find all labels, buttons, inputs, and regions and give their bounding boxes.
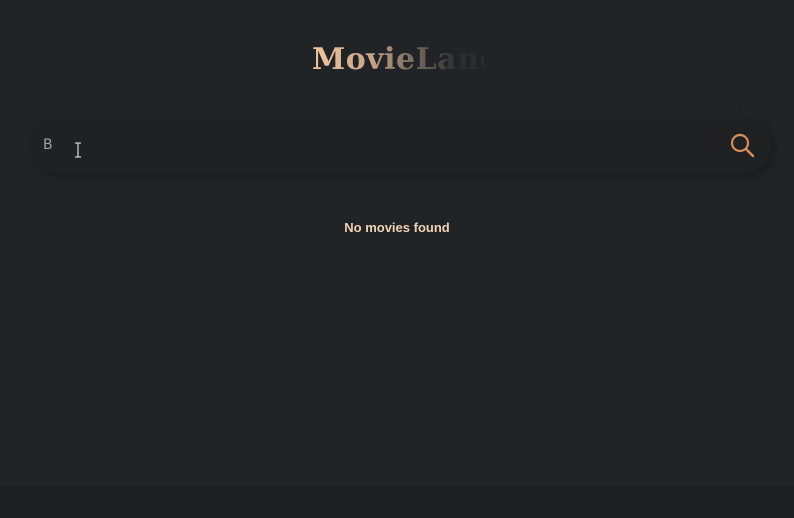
footer-strip — [0, 486, 794, 518]
search-input[interactable] — [43, 131, 703, 159]
search-bar — [29, 117, 771, 173]
search-icon[interactable] — [729, 132, 755, 158]
text-cursor-icon — [75, 142, 81, 158]
app-title: MovieLand — [312, 40, 500, 80]
empty-results-message: No movies found — [344, 220, 450, 235]
app-root: MovieLand No movies found — [0, 0, 794, 486]
app-header: MovieLand — [312, 40, 500, 80]
